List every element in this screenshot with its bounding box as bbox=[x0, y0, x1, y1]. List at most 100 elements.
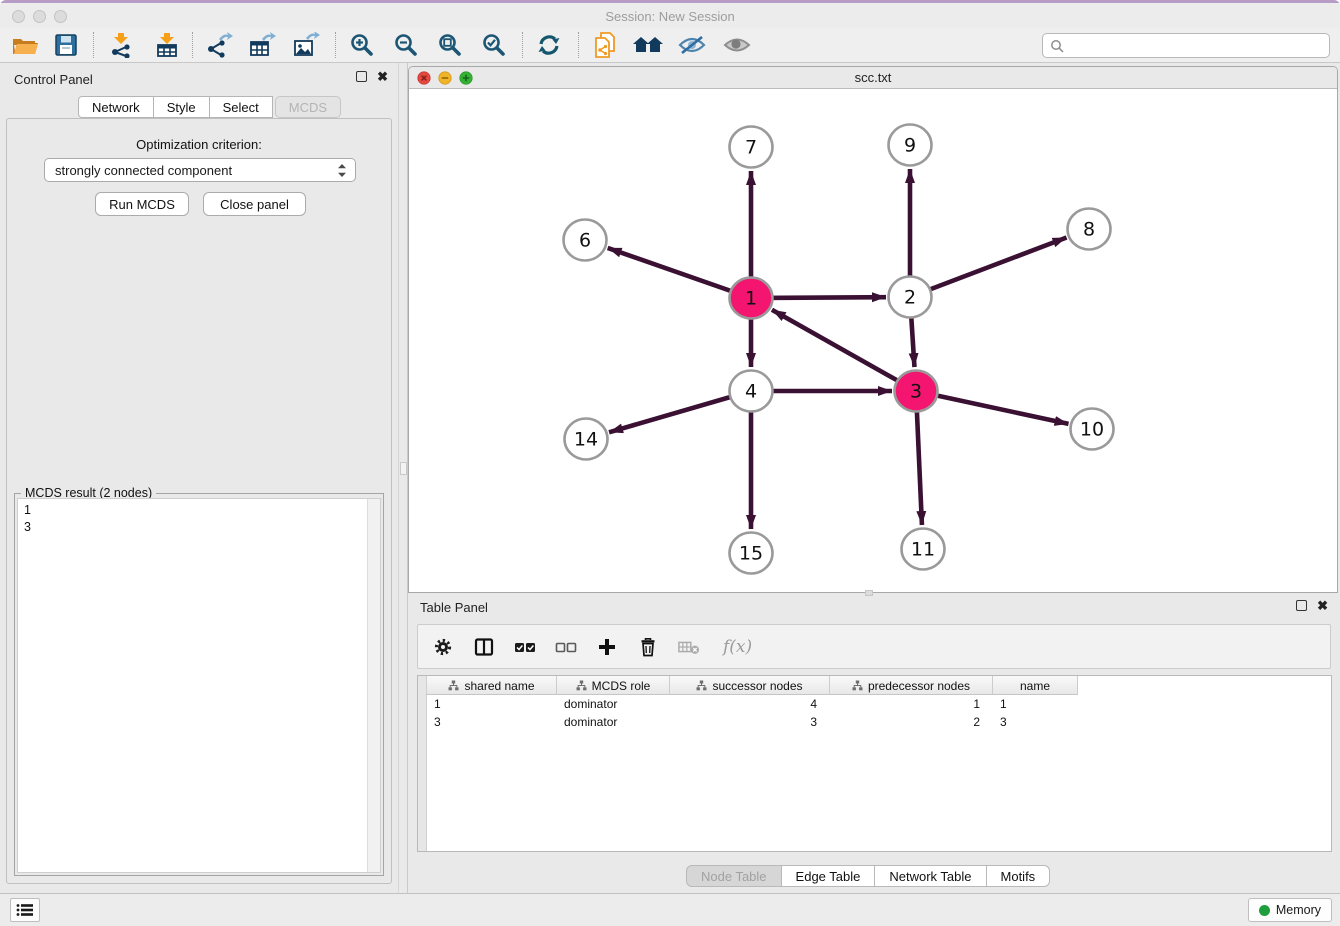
zoom-out-icon bbox=[393, 32, 419, 58]
close-panel-button[interactable]: Close panel bbox=[203, 192, 306, 216]
export-image-button[interactable] bbox=[287, 29, 325, 61]
column-header-label: successor nodes bbox=[712, 679, 802, 693]
column-header-successor-nodes[interactable]: successor nodes bbox=[670, 676, 830, 695]
graph-edge-1-6[interactable] bbox=[608, 248, 751, 298]
network-window-titlebar[interactable]: scc.txt bbox=[409, 67, 1337, 89]
show-all-button[interactable] bbox=[718, 29, 756, 61]
close-panel-icon[interactable]: ✖ bbox=[1317, 600, 1328, 611]
zoom-selected-icon bbox=[481, 32, 507, 58]
task-history-button[interactable] bbox=[10, 898, 40, 922]
table-cell[interactable]: 1 bbox=[993, 695, 1078, 713]
export-table-button[interactable] bbox=[243, 29, 281, 61]
select-all-button[interactable] bbox=[514, 636, 536, 658]
table-cell[interactable]: 1 bbox=[427, 695, 557, 713]
graph-edge-3-1[interactable] bbox=[772, 310, 916, 391]
table-cell[interactable]: dominator bbox=[557, 695, 670, 713]
trash-icon bbox=[639, 637, 657, 657]
mcds-result-area[interactable]: 1 3 bbox=[17, 498, 381, 873]
memory-button[interactable]: Memory bbox=[1248, 898, 1332, 922]
node-label: 1 bbox=[745, 288, 757, 310]
plus-icon bbox=[597, 637, 617, 657]
import-network-icon bbox=[108, 32, 134, 58]
table-cell[interactable]: 1 bbox=[830, 695, 993, 713]
zoom-fit-button[interactable] bbox=[431, 29, 469, 61]
graph-node-11[interactable]: 11 bbox=[902, 529, 945, 570]
graph-node-14[interactable]: 14 bbox=[565, 419, 608, 460]
float-panel-icon[interactable] bbox=[356, 71, 367, 82]
vertical-splitter[interactable] bbox=[398, 63, 408, 893]
node-label: 6 bbox=[579, 230, 591, 252]
search-input[interactable] bbox=[1064, 38, 1329, 53]
tab-node-table[interactable]: Node Table bbox=[686, 865, 782, 887]
graph-node-8[interactable]: 8 bbox=[1068, 209, 1111, 250]
column-settings-button[interactable] bbox=[432, 636, 454, 658]
graph-edge-3-10[interactable] bbox=[916, 391, 1069, 424]
tab-mcds[interactable]: MCDS bbox=[275, 96, 341, 118]
table-cell[interactable]: 2 bbox=[830, 713, 993, 731]
graph-node-9[interactable]: 9 bbox=[889, 125, 932, 166]
clone-network-button[interactable] bbox=[586, 29, 624, 61]
deselect-all-button[interactable] bbox=[555, 636, 577, 658]
add-row-button[interactable] bbox=[596, 636, 618, 658]
split-panel-button[interactable] bbox=[473, 636, 495, 658]
splitter-handle[interactable] bbox=[400, 462, 407, 475]
toolbar-separator bbox=[335, 32, 336, 58]
tab-select[interactable]: Select bbox=[210, 96, 273, 118]
criterion-dropdown[interactable]: strongly connected component bbox=[44, 158, 356, 182]
network-canvas[interactable]: 1 2 3 4 6 7 8 9 10 11 14 15 bbox=[409, 89, 1337, 592]
node-table[interactable]: shared nameMCDS role successor nodes prede… bbox=[417, 675, 1332, 852]
main-toolbar bbox=[0, 28, 1340, 63]
column-header-MCDS-role[interactable]: MCDS role bbox=[557, 676, 670, 695]
splitter-handle[interactable] bbox=[865, 590, 873, 596]
import-table-button[interactable] bbox=[148, 29, 186, 61]
close-panel-icon[interactable]: ✖ bbox=[377, 71, 388, 82]
graph-node-1[interactable]: 1 bbox=[730, 278, 773, 319]
refresh-button[interactable] bbox=[530, 29, 568, 61]
graph-node-2[interactable]: 2 bbox=[889, 277, 932, 318]
unchecked-boxes-icon bbox=[555, 639, 577, 655]
graph-node-4[interactable]: 4 bbox=[730, 371, 773, 412]
column-header-name[interactable]: name bbox=[993, 676, 1078, 695]
graph-node-7[interactable]: 7 bbox=[730, 127, 773, 168]
node-label: 15 bbox=[739, 543, 763, 565]
graph-node-10[interactable]: 10 bbox=[1071, 409, 1114, 450]
table-cell[interactable]: dominator bbox=[557, 713, 670, 731]
zoom-in-button[interactable] bbox=[343, 29, 381, 61]
export-network-button[interactable] bbox=[200, 29, 238, 61]
column-header-shared-name[interactable]: shared name bbox=[427, 676, 557, 695]
table-toolbar: f(x) bbox=[417, 624, 1331, 669]
graph-node-6[interactable]: 6 bbox=[564, 220, 607, 261]
tab-edge-table[interactable]: Edge Table bbox=[782, 865, 876, 887]
table-row[interactable]: 3dominator323 bbox=[427, 713, 1078, 731]
graph-node-3[interactable]: 3 bbox=[895, 371, 938, 412]
table-cell[interactable]: 3 bbox=[993, 713, 1078, 731]
checked-boxes-icon bbox=[514, 639, 536, 655]
tab-motifs[interactable]: Motifs bbox=[987, 865, 1051, 887]
clone-network-icon bbox=[592, 31, 618, 59]
hide-selected-button[interactable] bbox=[673, 29, 711, 61]
graph-node-15[interactable]: 15 bbox=[730, 533, 773, 574]
save-session-button[interactable] bbox=[47, 29, 85, 61]
search-field[interactable] bbox=[1042, 33, 1330, 58]
float-panel-icon[interactable] bbox=[1296, 600, 1307, 611]
dropdown-chevrons-icon bbox=[337, 163, 347, 178]
table-cell[interactable]: 4 bbox=[670, 695, 830, 713]
column-header-predecessor-nodes[interactable]: predecessor nodes bbox=[830, 676, 993, 695]
run-mcds-button[interactable]: Run MCDS bbox=[95, 192, 189, 216]
home-pair-icon bbox=[632, 33, 664, 57]
tab-network-table[interactable]: Network Table bbox=[875, 865, 986, 887]
delete-row-button[interactable] bbox=[637, 636, 659, 658]
table-cell[interactable]: 3 bbox=[670, 713, 830, 731]
open-session-button[interactable] bbox=[6, 29, 44, 61]
zoom-out-button[interactable] bbox=[387, 29, 425, 61]
import-network-button[interactable] bbox=[102, 29, 140, 61]
node-label: 10 bbox=[1080, 419, 1104, 441]
result-scrollbar[interactable] bbox=[367, 499, 380, 872]
zoom-selected-button[interactable] bbox=[475, 29, 513, 61]
tab-style[interactable]: Style bbox=[154, 96, 210, 118]
first-neighbors-button[interactable] bbox=[629, 29, 667, 61]
tab-network[interactable]: Network bbox=[78, 96, 154, 118]
table-row[interactable]: 1dominator411 bbox=[427, 695, 1078, 713]
graph-edge-2-8[interactable] bbox=[910, 238, 1067, 297]
table-cell[interactable]: 3 bbox=[427, 713, 557, 731]
